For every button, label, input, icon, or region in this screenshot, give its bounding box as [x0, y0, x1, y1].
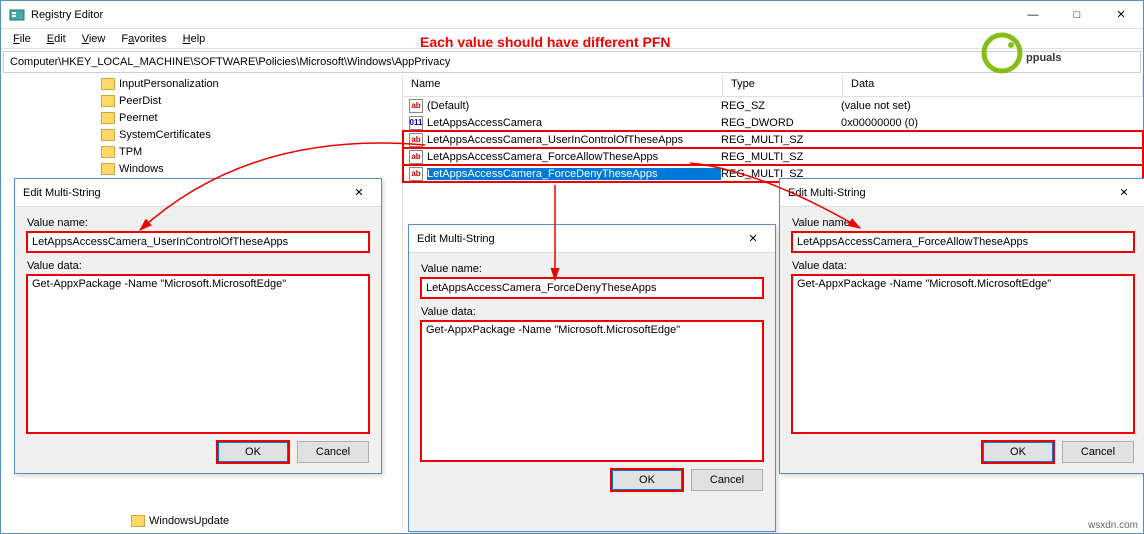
folder-icon [101, 163, 115, 175]
value-data-textarea[interactable]: Get-AppxPackage -Name "Microsoft.Microso… [421, 321, 763, 461]
titlebar: Registry Editor — □ ✕ [1, 1, 1143, 29]
string-icon: ab [409, 99, 423, 113]
value-data-label: Value data: [792, 260, 1134, 272]
value-name-field[interactable] [792, 232, 1134, 252]
dialog-title: Edit Multi-String [417, 233, 739, 245]
folder-icon [101, 146, 115, 158]
list-header: Name Type Data [403, 75, 1143, 97]
dialog-title: Edit Multi-String [23, 187, 345, 199]
minimize-button[interactable]: — [1011, 1, 1055, 29]
list-row[interactable]: ab (Default) REG_SZ (value not set) [403, 97, 1143, 114]
maximize-button[interactable]: □ [1055, 1, 1099, 29]
tree-item[interactable]: InputPersonalization [1, 75, 402, 92]
folder-icon [101, 95, 115, 107]
edit-multistring-dialog-3: Edit Multi-String ✕ Value name: Value da… [779, 178, 1144, 474]
string-icon: ab [409, 167, 423, 181]
close-button[interactable]: ✕ [1099, 1, 1143, 29]
tree-item[interactable]: PeerDist [1, 92, 402, 109]
folder-icon [101, 129, 115, 141]
value-name-label: Value name: [421, 263, 763, 275]
list-row[interactable]: ab LetAppsAccessCamera_UserInControlOfTh… [403, 131, 1143, 148]
cancel-button[interactable]: Cancel [1062, 441, 1134, 463]
folder-icon [101, 78, 115, 90]
tree-item[interactable]: SystemCertificates [1, 126, 402, 143]
edit-multistring-dialog-2: Edit Multi-String ✕ Value name: Value da… [408, 224, 776, 532]
dword-icon: 011 [409, 116, 423, 130]
address-text: Computer\HKEY_LOCAL_MACHINE\SOFTWARE\Pol… [10, 56, 450, 68]
folder-icon [101, 112, 115, 124]
value-data-label: Value data: [421, 306, 763, 318]
header-type[interactable]: Type [723, 75, 843, 96]
menu-favorites[interactable]: Favorites [113, 31, 174, 47]
value-name-field[interactable] [27, 232, 369, 252]
list-row[interactable]: 011 LetAppsAccessCamera REG_DWORD 0x0000… [403, 114, 1143, 131]
cancel-button[interactable]: Cancel [691, 469, 763, 491]
value-name-label: Value name: [792, 217, 1134, 229]
window-title: Registry Editor [31, 9, 1011, 21]
value-name-field[interactable] [421, 278, 763, 298]
close-icon[interactable]: ✕ [1110, 186, 1138, 199]
value-data-label: Value data: [27, 260, 369, 272]
ok-button[interactable]: OK [982, 441, 1054, 463]
menu-edit[interactable]: Edit [39, 31, 74, 47]
header-name[interactable]: Name [403, 75, 723, 96]
string-icon: ab [409, 150, 423, 164]
value-data-textarea[interactable]: Get-AppxPackage -Name "Microsoft.Microso… [792, 275, 1134, 433]
dialog-titlebar: Edit Multi-String ✕ [409, 225, 775, 253]
cancel-button[interactable]: Cancel [297, 441, 369, 463]
tree-item[interactable]: WindowsUpdate [1, 512, 229, 529]
annotation-text: Each value should have different PFN [420, 34, 671, 50]
tree-item[interactable]: Windows [1, 160, 402, 177]
menu-help[interactable]: Help [175, 31, 214, 47]
folder-icon [131, 515, 145, 527]
edit-multistring-dialog-1: Edit Multi-String ✕ Value name: Value da… [14, 178, 382, 474]
dialog-titlebar: Edit Multi-String ✕ [780, 179, 1144, 207]
list-row[interactable]: ab LetAppsAccessCamera_ForceAllowTheseAp… [403, 148, 1143, 165]
value-name-label: Value name: [27, 217, 369, 229]
dialog-title: Edit Multi-String [788, 187, 1110, 199]
menu-view[interactable]: View [74, 31, 114, 47]
ok-button[interactable]: OK [217, 441, 289, 463]
address-bar[interactable]: Computer\HKEY_LOCAL_MACHINE\SOFTWARE\Pol… [3, 51, 1141, 73]
dialog-titlebar: Edit Multi-String ✕ [15, 179, 381, 207]
regedit-icon [9, 7, 25, 23]
tree-item[interactable]: Peernet [1, 109, 402, 126]
menu-file[interactable]: File [5, 31, 39, 47]
value-data-textarea[interactable]: Get-AppxPackage -Name "Microsoft.Microso… [27, 275, 369, 433]
source-url: wsxdn.com [1088, 520, 1138, 531]
ok-button[interactable]: OK [611, 469, 683, 491]
string-icon: ab [409, 133, 423, 147]
close-icon[interactable]: ✕ [739, 232, 767, 245]
tree-item[interactable]: TPM [1, 143, 402, 160]
close-icon[interactable]: ✕ [345, 186, 373, 199]
header-data[interactable]: Data [843, 75, 1143, 96]
